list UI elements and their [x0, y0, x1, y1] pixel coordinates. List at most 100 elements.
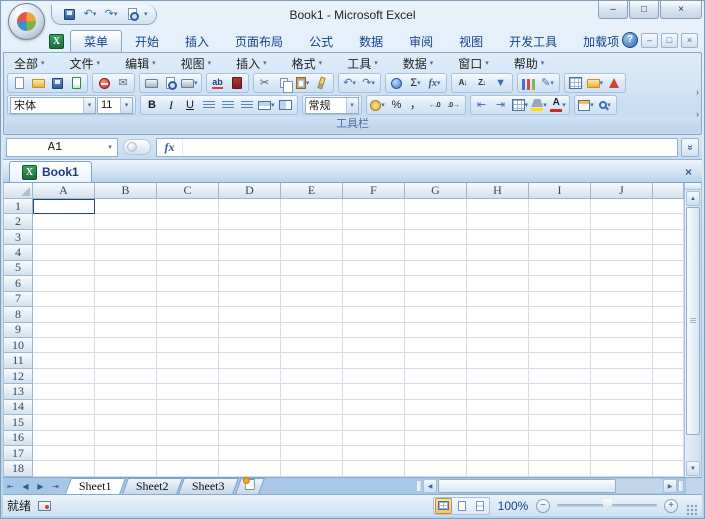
cell-A4[interactable] [33, 245, 95, 260]
number-format-combo[interactable]: 常规▾ [305, 97, 359, 114]
cell-E12[interactable] [281, 369, 343, 384]
qat-customize-icon[interactable]: ▾ [144, 10, 148, 18]
cell-E6[interactable] [281, 276, 343, 291]
cell-B7[interactable] [95, 292, 157, 307]
formula-bar-expand-button[interactable]: » [681, 138, 699, 157]
cell-partial-8[interactable] [653, 307, 684, 322]
column-header-J[interactable]: J [591, 183, 653, 199]
undo-button[interactable]: ↶▾ [341, 74, 359, 92]
cell-G5[interactable] [405, 261, 467, 276]
cell-B18[interactable] [95, 461, 157, 476]
cell-A15[interactable] [33, 415, 95, 430]
row-header-1[interactable]: 1 [4, 199, 33, 214]
cell-C15[interactable] [157, 415, 219, 430]
previous-sheet-button[interactable]: ◀ [18, 478, 33, 494]
close-button[interactable]: × [660, 1, 702, 19]
merge-center-button[interactable]: ▾ [257, 96, 276, 114]
cell-C1[interactable] [157, 199, 219, 214]
cell-A8[interactable] [33, 307, 95, 322]
cell-B12[interactable] [95, 369, 157, 384]
cell-J14[interactable] [591, 400, 653, 415]
cell-D4[interactable] [219, 245, 281, 260]
cell-D11[interactable] [219, 353, 281, 368]
copy-button[interactable] [275, 74, 293, 92]
column-header-A[interactable]: A [33, 183, 95, 199]
cell-A16[interactable] [33, 431, 95, 446]
cut-button[interactable]: ✂ [256, 74, 274, 92]
cell-G2[interactable] [405, 214, 467, 229]
bold-button[interactable]: B [143, 96, 161, 114]
insert-worksheet-button[interactable] [235, 478, 265, 494]
menu-数据[interactable]: 数据▾ [403, 55, 434, 72]
cell-E15[interactable] [281, 415, 343, 430]
cell-C17[interactable] [157, 446, 219, 461]
column-header-B[interactable]: B [95, 183, 157, 199]
save-button[interactable] [48, 74, 66, 92]
cell-J5[interactable] [591, 261, 653, 276]
cell-I14[interactable] [529, 400, 591, 415]
open-button[interactable] [29, 74, 47, 92]
row-header-17[interactable]: 17 [4, 446, 33, 461]
cell-A2[interactable] [33, 214, 95, 229]
row-header-11[interactable]: 11 [4, 353, 33, 368]
cell-I9[interactable] [529, 323, 591, 338]
cell-E18[interactable] [281, 461, 343, 476]
cell-A13[interactable] [33, 384, 95, 399]
cell-C3[interactable] [157, 230, 219, 245]
vertical-split-handle[interactable] [685, 183, 701, 190]
minimize-button[interactable]: – [598, 1, 628, 19]
cell-partial-15[interactable] [653, 415, 684, 430]
document-tab-Book1[interactable]: XBook1 [9, 161, 92, 182]
cell-B8[interactable] [95, 307, 157, 322]
cell-partial-11[interactable] [653, 353, 684, 368]
cell-A17[interactable] [33, 446, 95, 461]
row-header-5[interactable]: 5 [4, 261, 33, 276]
cell-partial-18[interactable] [653, 461, 684, 476]
menu-文件[interactable]: 文件▾ [70, 55, 101, 72]
cell-C11[interactable] [157, 353, 219, 368]
sheet-tab-Sheet1[interactable]: Sheet1 [65, 478, 125, 494]
cell-D15[interactable] [219, 415, 281, 430]
row-header-15[interactable]: 15 [4, 415, 33, 430]
cell-B6[interactable] [95, 276, 157, 291]
cell-J8[interactable] [591, 307, 653, 322]
insert-function-button[interactable]: fx [157, 140, 183, 155]
cell-H15[interactable] [467, 415, 529, 430]
name-box-dropdown-icon[interactable]: ▾ [103, 139, 117, 156]
cell-D1[interactable] [219, 199, 281, 214]
menu-帮助[interactable]: 帮助▾ [514, 55, 545, 72]
help-icon[interactable]: ? [622, 32, 638, 48]
cell-I5[interactable] [529, 261, 591, 276]
borders-grid-button[interactable] [567, 74, 585, 92]
cell-J11[interactable] [591, 353, 653, 368]
cell-A3[interactable] [33, 230, 95, 245]
cell-A6[interactable] [33, 276, 95, 291]
menu-编辑[interactable]: 编辑▾ [125, 55, 156, 72]
column-header-C[interactable]: C [157, 183, 219, 199]
cell-H13[interactable] [467, 384, 529, 399]
autosum-button[interactable]: Σ▾ [407, 74, 425, 92]
select-all-corner[interactable] [4, 183, 33, 199]
drawing-button[interactable]: ✎▾ [539, 74, 557, 92]
zoom-level-label[interactable]: 100% [497, 499, 529, 513]
menu-全部[interactable]: 全部▾ [14, 55, 45, 72]
row-header-9[interactable]: 9 [4, 323, 33, 338]
cell-partial-6[interactable] [653, 276, 684, 291]
decrease-decimal-button[interactable]: .0→ [445, 96, 463, 114]
cell-D13[interactable] [219, 384, 281, 399]
row-header-14[interactable]: 14 [4, 400, 33, 415]
align-right-button[interactable] [238, 96, 256, 114]
name-box[interactable]: A1 ▾ [6, 138, 118, 157]
cell-partial-10[interactable] [653, 338, 684, 353]
cell-H7[interactable] [467, 292, 529, 307]
horizontal-scrollbar[interactable] [437, 479, 663, 493]
cell-B2[interactable] [95, 214, 157, 229]
cell-F3[interactable] [343, 230, 405, 245]
cell-J4[interactable] [591, 245, 653, 260]
cell-F4[interactable] [343, 245, 405, 260]
cell-I13[interactable] [529, 384, 591, 399]
cell-C16[interactable] [157, 431, 219, 446]
fill-color-button[interactable]: ▾ [530, 96, 548, 114]
insert-function-button[interactable]: fx▾ [426, 74, 444, 92]
cell-F8[interactable] [343, 307, 405, 322]
